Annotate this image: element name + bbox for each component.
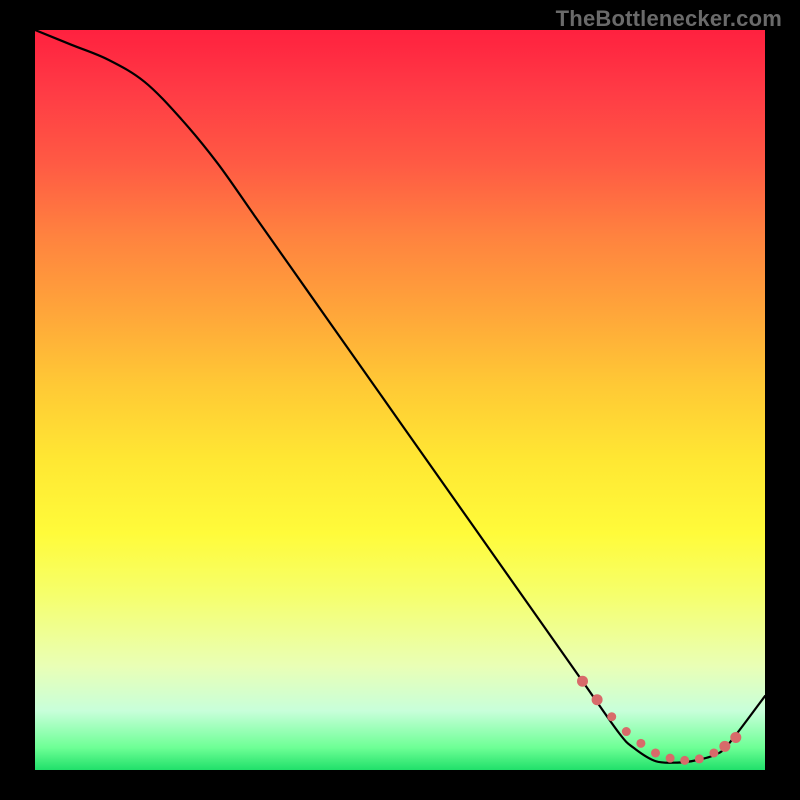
curve-marker	[709, 748, 718, 757]
marker-group	[577, 676, 741, 765]
curve-marker	[622, 727, 631, 736]
curve-marker	[666, 754, 675, 763]
plot-area	[35, 30, 765, 770]
curve-marker	[636, 739, 645, 748]
curve-marker	[695, 754, 704, 763]
plot-frame	[35, 30, 765, 770]
curve-marker	[730, 732, 741, 743]
watermark-text: TheBottlenecker.com	[556, 6, 782, 32]
curve-marker	[607, 712, 616, 721]
curve-marker	[577, 676, 588, 687]
curve-layer	[35, 30, 765, 770]
curve-marker	[680, 756, 689, 765]
curve-marker	[719, 741, 730, 752]
curve-marker	[592, 694, 603, 705]
curve-marker	[651, 748, 660, 757]
bottleneck-curve	[35, 30, 765, 763]
